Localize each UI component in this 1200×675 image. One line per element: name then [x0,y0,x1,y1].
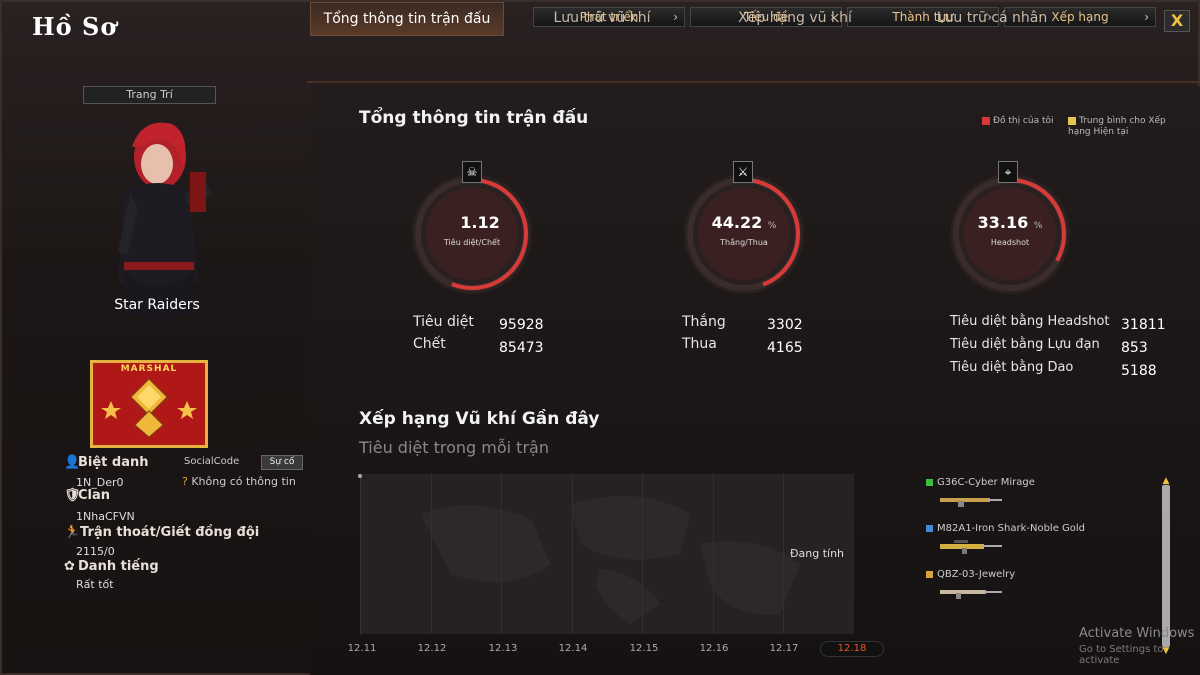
recent-subheading: Tiêu diệt trong mỗi trận [359,438,549,457]
tab-match-summary[interactable]: Tổng thông tin trận đấu [310,2,504,36]
social-code-label: SocialCode [184,456,240,467]
escape-value: 2115/0 [76,545,115,558]
tab-weapon-ranking[interactable]: Xếp hạng vũ khí [714,2,876,36]
deaths-value: 85473 [499,340,544,356]
window-title: Hồ Sơ [32,12,118,41]
legend-average: Trung bình cho Xếp hạng Hiện tại [1068,116,1166,137]
legend-swatch-average [1068,116,1076,125]
scroll-up-icon[interactable]: ▲ [1160,477,1172,486]
crossed-guns-icon: ⚔ [733,161,753,183]
losses-label: Thua [682,336,717,352]
kills-per-match-chart [360,474,854,634]
grenade-kills-value: 853 [1121,340,1148,356]
reputation-icon: ✿ [64,559,75,574]
skull-icon: ☠ [462,161,482,183]
recent-heading: Xếp hạng Vũ khí Gần đây [359,409,600,429]
date-tick[interactable]: 12.11 [344,643,380,654]
grid-line [431,474,432,634]
grid-line [783,474,784,634]
clan-label: Clan [78,488,111,503]
activate-windows-subtext: Go to Settings to activate [1079,644,1164,666]
date-tick[interactable]: 12.13 [485,643,521,654]
kills-label: Tiêu diệt [413,314,474,330]
kd-gauge [412,174,532,294]
character-name: Star Raiders [114,297,200,313]
winrate-label: Thắng/Thua [720,238,768,247]
kd-label: Tiêu diệt/Chết [443,238,501,247]
grid-line [642,474,643,634]
grid-line [572,474,573,634]
losses-value: 4165 [767,340,803,356]
decorate-button[interactable]: Trang Trí [83,86,216,104]
world-map-background [420,496,801,624]
chart-origin-dot [358,474,362,478]
reputation-value: Rất tốt [76,578,114,591]
pending-label: Đang tính [790,547,845,560]
report-issue-button[interactable]: Sự cố [261,455,303,470]
weapon-item-qbz03[interactable]: QBZ-03-Jewelry [926,569,1015,580]
reputation-label: Danh tiếng [78,559,159,574]
legend-swatch-mine [982,116,990,125]
weapon-color-icon [926,524,933,532]
help-icon: ? [182,475,188,488]
date-tick-selected[interactable]: 12.18 [820,641,884,657]
rank-badge: MARSHAL [90,360,208,448]
weapon-color-icon [926,478,933,486]
summary-heading: Tổng thông tin trận đấu [359,108,589,128]
runner-icon: 🏃 [64,525,81,540]
winrate-gauge [684,174,804,294]
wins-value: 3302 [767,317,803,333]
sniper-image-icon [940,540,1002,554]
date-tick[interactable]: 12.12 [414,643,450,654]
knife-kills-value: 5188 [1121,363,1157,379]
date-tick[interactable]: 12.16 [696,643,732,654]
tab-underline [307,81,1200,83]
weapon-color-icon [926,570,933,578]
rifle-icon: ⌖ [998,161,1018,183]
rank-stars-icon [101,378,197,438]
headshot-label: Headshot [990,238,1030,247]
weapon-item-g36c[interactable]: G36C-Cyber Mirage [926,477,1035,488]
tab-weapon-archive[interactable]: Lưu trữ vũ khí [522,2,682,36]
tab-personal-archive[interactable]: Lưu trữ cá nhân [912,2,1072,36]
weapon-item-m82a1[interactable]: M82A1-Iron Shark-Noble Gold [926,523,1085,534]
close-button[interactable]: X [1164,10,1190,32]
winrate-value: 44.22 % [711,213,777,232]
grenade-kills-label: Tiêu diệt bằng Lựu đạn [950,337,1100,352]
date-tick[interactable]: 12.15 [626,643,662,654]
scrollbar-thumb[interactable] [1162,485,1170,647]
kd-value: 1.12 [460,213,500,232]
nickname-label: Biệt danh [78,455,149,470]
headshot-kills-value: 31811 [1121,317,1166,333]
date-tick[interactable]: 12.14 [555,643,591,654]
headshot-gauge [950,174,1070,294]
social-code-value: ? Không có thông tin [182,475,296,488]
date-tick[interactable]: 12.17 [766,643,802,654]
profile-window: Hồ Sơ Phát triển › Tiêu đề › Thành tựu ›… [0,0,1200,675]
escape-label: Trận thoát/Giết đồng đội [80,525,260,540]
legend-mine: Đồ thị của tôi [982,116,1054,126]
clan-value: 1NhaCFVN [76,510,135,523]
rifle-image-icon [940,498,1002,507]
wins-label: Thắng [682,314,726,330]
headshot-kills-label: Tiêu diệt bằng Headshot [950,314,1110,329]
activate-windows-text: Activate Windows [1079,626,1195,641]
knife-kills-label: Tiêu diệt bằng Dao [950,360,1074,375]
deaths-label: Chết [413,336,446,352]
assault-rifle-image-icon [940,590,1002,599]
chevron-right-icon: › [1144,10,1149,24]
kills-value: 95928 [499,317,544,333]
headshot-value: 33.16 % [977,213,1043,232]
grid-line [501,474,502,634]
grid-line [713,474,714,634]
